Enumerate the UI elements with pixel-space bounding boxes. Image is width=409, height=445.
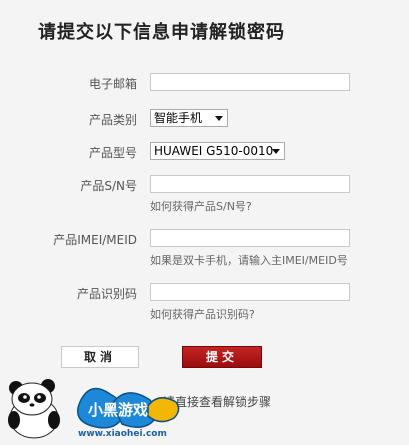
chevron-down-icon [272, 149, 280, 154]
watermark: 小黑游戏 www.xiaohei.com [0, 372, 200, 441]
category-select-value: 智能手机 [154, 111, 203, 125]
page-title: 请提交以下信息申请解锁密码 [38, 22, 285, 43]
panda-logo: 小黑游戏 www.xiaohei.com [8, 379, 180, 439]
category-label: 产品类别 [88, 113, 137, 127]
model-select[interactable]: HUAWEI G510-0010 [150, 142, 285, 160]
product-id-field[interactable] [150, 283, 350, 301]
sn-help-link[interactable]: 如何获得产品S/N号? [150, 198, 252, 214]
model-select-value: HUAWEI G510-0010 [154, 144, 274, 158]
imei-hint: 如果是双卡手机，请输入主IMEI/MEID号 [150, 254, 348, 267]
sn-field[interactable] [150, 175, 350, 193]
sn-label: 产品S/N号 [80, 179, 137, 193]
watermark-url: www.xiaohei.com [78, 429, 167, 439]
product-id-label: 产品识别码 [76, 287, 137, 301]
cancel-button[interactable]: 取消 [61, 346, 139, 368]
chevron-down-icon [215, 116, 223, 121]
watermark-brand: 小黑游戏 [88, 401, 148, 419]
submit-button[interactable]: 提交 [182, 346, 262, 368]
imei-label: 产品IMEI/MEID [53, 233, 137, 247]
email-label: 电子邮箱 [88, 77, 137, 91]
imei-field[interactable] [150, 229, 350, 247]
email-field[interactable] [150, 73, 350, 91]
model-label: 产品型号 [88, 146, 137, 160]
product-id-help-link[interactable]: 如何获得产品识别码? [150, 306, 255, 322]
category-select[interactable]: 智能手机 [150, 109, 228, 127]
